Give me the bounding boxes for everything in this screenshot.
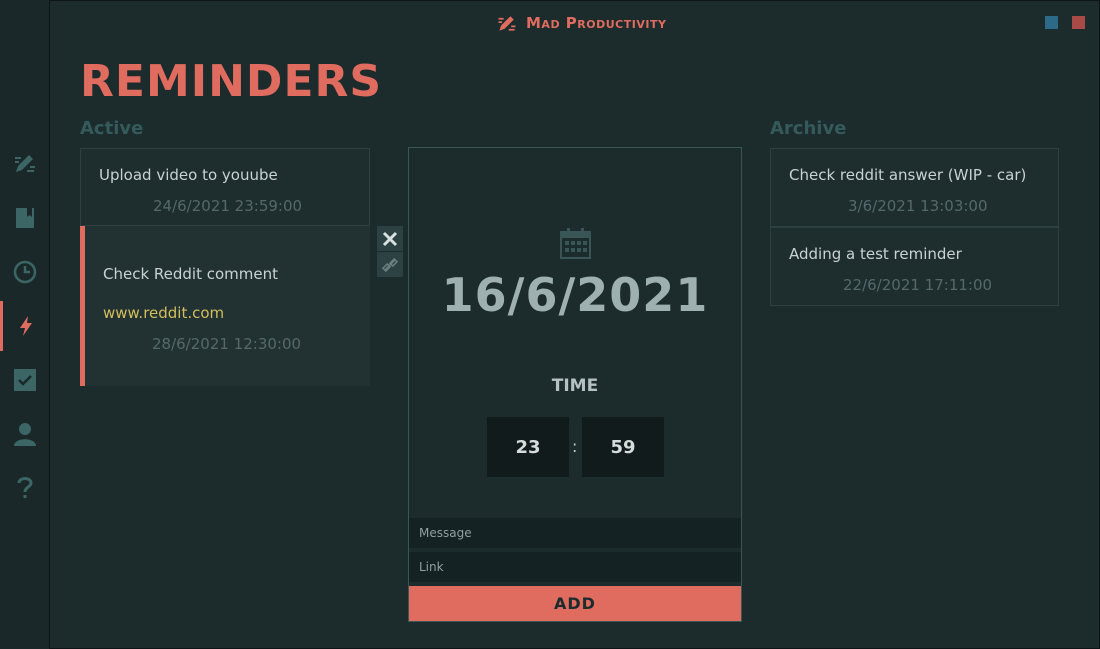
close-icon (382, 231, 398, 246)
reminder-message: Check Reddit comment (103, 265, 279, 283)
minute-input[interactable]: 59 (582, 417, 664, 477)
page-title: REMINDERS (80, 56, 383, 107)
sidebar-item-help[interactable] (0, 463, 49, 513)
notebook-icon (15, 208, 34, 228)
hour-input[interactable]: 23 (487, 417, 569, 477)
reminder-card-selected[interactable]: Check Reddit comment www.reddit.com 28/6… (80, 226, 370, 386)
sidebar (0, 0, 50, 649)
checkbox-icon (13, 369, 36, 391)
sidebar-item-timer[interactable] (0, 247, 49, 297)
archive-date: 3/6/2021 13:03:00 (848, 197, 988, 215)
time-label: TIME (551, 376, 599, 396)
close-window-button[interactable] (1072, 16, 1085, 29)
sidebar-item-notes[interactable] (0, 193, 49, 243)
delete-reminder-button[interactable] (377, 226, 403, 251)
archive-message: Check reddit answer (WIP - car) (789, 166, 1027, 184)
sidebar-item-home[interactable] (0, 138, 49, 188)
app-logo-icon (498, 16, 516, 31)
help-icon (17, 477, 33, 498)
clock-icon (13, 260, 36, 284)
selected-date[interactable]: 16/6/2021 (409, 268, 741, 322)
reminder-date: 24/6/2021 23:59:00 (153, 197, 303, 215)
archive-message: Adding a test reminder (789, 245, 962, 263)
archive-section-label: Archive (770, 118, 847, 139)
user-icon (13, 423, 36, 446)
minimize-button[interactable] (1045, 16, 1058, 29)
archive-card[interactable]: Check reddit answer (WIP - car) 3/6/2021… (770, 148, 1059, 227)
reminder-date: 28/6/2021 12:30:00 (152, 335, 302, 353)
sidebar-item-tasks[interactable] (0, 355, 49, 405)
lightning-icon (20, 316, 32, 336)
archive-date: 22/6/2021 17:11:00 (843, 276, 993, 294)
link-input[interactable]: Link (409, 552, 741, 582)
calendar-icon[interactable] (560, 228, 591, 259)
reminder-link[interactable]: www.reddit.com (103, 304, 224, 322)
add-button[interactable]: ADD (409, 586, 741, 621)
time-separator: : (572, 437, 578, 456)
logo-pencil-icon (14, 155, 35, 172)
message-input[interactable]: Message (409, 518, 741, 548)
open-link-button[interactable] (377, 252, 403, 277)
sidebar-item-profile[interactable] (0, 409, 49, 459)
app-title: Mad Productivity (526, 14, 667, 32)
active-section-label: Active (80, 118, 144, 139)
archive-card[interactable]: Adding a test reminder 22/6/2021 17:11:0… (770, 227, 1059, 306)
app-titlebar: Mad Productivity (496, 12, 666, 34)
sidebar-item-reminders[interactable] (0, 301, 49, 351)
reminder-card[interactable]: Upload video to youube 24/6/2021 23:59:0… (80, 148, 370, 226)
reminder-message: Upload video to youube (99, 166, 278, 184)
link-icon (382, 257, 398, 272)
